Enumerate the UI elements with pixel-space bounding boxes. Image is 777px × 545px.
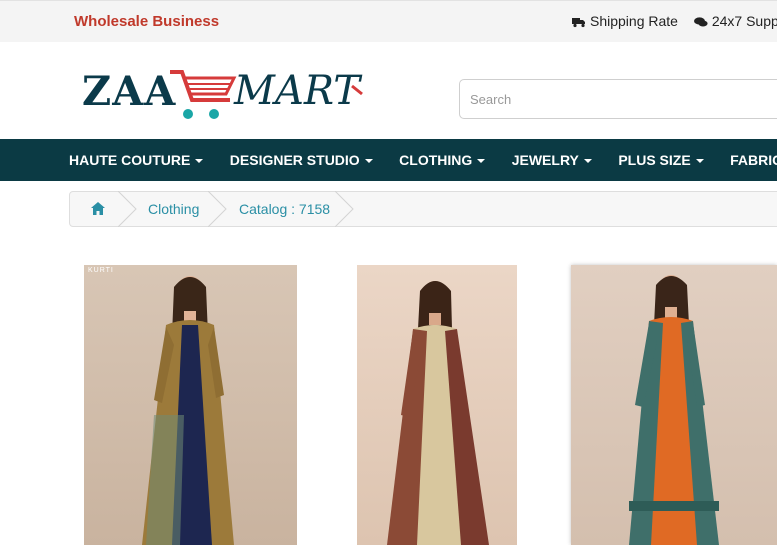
product-tag: KURTI (88, 267, 114, 274)
product-image (629, 275, 719, 545)
logo-text-zaa: ZAA (82, 68, 177, 115)
caret-down-icon (195, 159, 204, 164)
nav-item-clothing[interactable]: CLOTHING (399, 139, 486, 181)
breadcrumb: Clothing Catalog : 7158 (69, 191, 777, 227)
nav-item-label: FABRIC (730, 152, 777, 168)
breadcrumb-item-clothing[interactable]: Clothing (148, 192, 199, 226)
caret-down-icon (583, 159, 592, 164)
nav-item-fabric[interactable]: FABRIC (730, 139, 777, 181)
product-card[interactable] (571, 265, 777, 545)
main-nav: HAUTE COUTURE DESIGNER STUDIO CLOTHING J… (0, 139, 777, 181)
support-link[interactable]: 24x7 Suppor (693, 13, 777, 29)
cart-icon (170, 70, 237, 119)
caret-down-icon (695, 159, 704, 164)
product-image (142, 276, 234, 545)
nav-item-jewelry[interactable]: JEWELRY (512, 139, 592, 181)
breadcrumb-separator (335, 191, 354, 227)
top-bar: Wholesale Business Shipping Rate 24x7 Su… (0, 0, 777, 42)
site-header: ZAA MART (0, 42, 777, 138)
search-input[interactable] (459, 79, 777, 119)
product-card[interactable] (357, 265, 517, 545)
product-image (387, 281, 489, 545)
home-icon[interactable] (91, 202, 105, 215)
logo-pen-mark (351, 84, 363, 96)
nav-item-haute-couture[interactable]: HAUTE COUTURE (69, 139, 204, 181)
breadcrumb-separator (208, 191, 227, 227)
caret-down-icon (477, 159, 486, 164)
site-logo[interactable]: ZAA MART (82, 64, 372, 126)
nav-item-label: JEWELRY (511, 152, 579, 168)
nav-item-label: DESIGNER STUDIO (229, 152, 360, 168)
wholesale-business-link[interactable]: Wholesale Business (74, 13, 219, 30)
product-card[interactable]: KURTI (84, 265, 297, 545)
caret-down-icon (364, 159, 373, 164)
truck-icon (572, 17, 585, 27)
support-label: 24x7 Suppor (711, 13, 777, 29)
logo-text-mart: MART (234, 68, 360, 114)
nav-item-designer-studio[interactable]: DESIGNER STUDIO (230, 139, 373, 181)
nav-item-label: CLOTHING (399, 152, 473, 168)
nav-item-plus-size[interactable]: PLUS SIZE (618, 139, 704, 181)
breadcrumb-separator (118, 191, 137, 227)
top-links: Shipping Rate 24x7 Suppor (572, 13, 777, 29)
nav-item-label: PLUS SIZE (618, 152, 691, 168)
breadcrumb-item-catalog[interactable]: Catalog : 7158 (239, 192, 330, 226)
nav-item-label: HAUTE COUTURE (69, 152, 191, 168)
shipping-rate-link[interactable]: Shipping Rate (572, 13, 678, 29)
chat-icon (693, 17, 708, 27)
shipping-rate-label: Shipping Rate (590, 13, 678, 29)
